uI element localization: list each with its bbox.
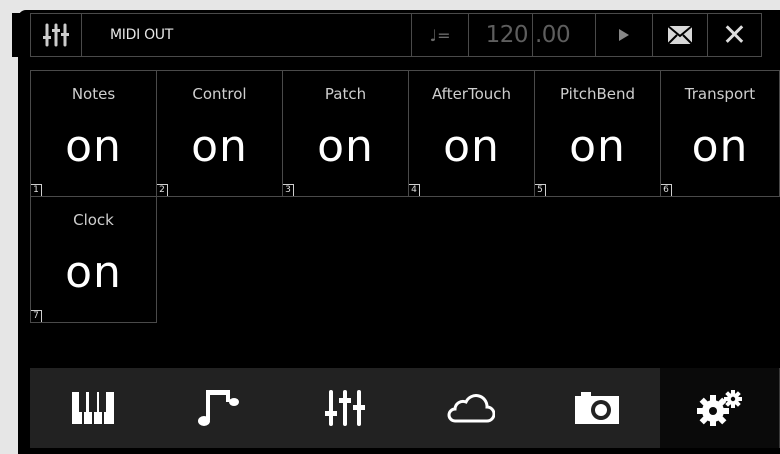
mixer-icon	[325, 389, 365, 427]
play-icon	[618, 28, 630, 42]
nav-settings[interactable]	[660, 368, 780, 448]
close-icon: ✕	[721, 17, 748, 53]
mixer-icon	[43, 23, 69, 47]
cell-value: on	[191, 121, 248, 172]
cell-index: 5	[535, 184, 546, 196]
cell-index: 7	[31, 310, 42, 322]
nav-cloud[interactable]	[408, 368, 535, 448]
cell-index: 1	[31, 184, 42, 196]
cell-value: on	[443, 121, 500, 172]
nav-music[interactable]	[156, 368, 283, 448]
camera-icon	[573, 390, 621, 426]
cell-index: 4	[409, 184, 420, 196]
nav-camera[interactable]	[534, 368, 661, 448]
tempo-integer[interactable]: 120	[468, 13, 533, 57]
cell-index: 6	[661, 184, 672, 196]
music-notes-icon	[198, 388, 240, 428]
nav-mixer[interactable]	[282, 368, 409, 448]
tempo-symbol: ♩=	[411, 13, 469, 57]
mail-icon	[667, 25, 693, 45]
keyboard-icon	[71, 391, 115, 425]
cell-label: Control	[192, 85, 247, 103]
cell-value: on	[569, 121, 626, 172]
mail-button[interactable]	[652, 13, 708, 57]
cell-value: on	[317, 121, 374, 172]
midi-transport-cell[interactable]: Transport on 6	[660, 70, 780, 197]
tempo-integer-text: 120	[485, 22, 529, 48]
midi-aftertouch-cell[interactable]: AfterTouch on 4	[408, 70, 535, 197]
midi-control-cell[interactable]: Control on 2	[156, 70, 283, 197]
mixer-button[interactable]	[30, 13, 82, 57]
tempo-symbol-text: ♩=	[429, 25, 451, 45]
cell-label: Notes	[71, 85, 116, 103]
midi-patch-cell[interactable]: Patch on 3	[282, 70, 409, 197]
midi-clock-cell[interactable]: Clock on 7	[30, 196, 157, 323]
page-title-text: MIDI OUT	[110, 27, 173, 43]
cell-label: AfterTouch	[431, 85, 512, 103]
cell-label: Clock	[73, 211, 114, 229]
cloud-icon	[447, 392, 495, 424]
header-bar: MIDI OUT ♩= 120 .00 ✕	[12, 13, 762, 57]
close-button[interactable]: ✕	[707, 13, 762, 57]
tempo-fraction[interactable]: .00	[532, 13, 596, 57]
page-title: MIDI OUT	[81, 13, 412, 57]
gears-icon	[695, 390, 745, 426]
midi-pitchbend-cell[interactable]: PitchBend on 5	[534, 70, 661, 197]
cell-value: on	[65, 121, 122, 172]
cell-label: Transport	[684, 85, 756, 103]
cell-label: Patch	[324, 85, 367, 103]
cell-label: PitchBend	[559, 85, 636, 103]
cell-index: 2	[157, 184, 168, 196]
nav-keyboard[interactable]	[30, 368, 157, 448]
cell-value: on	[691, 121, 749, 172]
midi-notes-cell[interactable]: Notes on 1	[30, 70, 157, 197]
play-button[interactable]	[595, 13, 653, 57]
cell-index: 3	[283, 184, 294, 196]
cell-value: on	[65, 247, 122, 298]
tempo-fraction-text: .00	[535, 22, 571, 48]
